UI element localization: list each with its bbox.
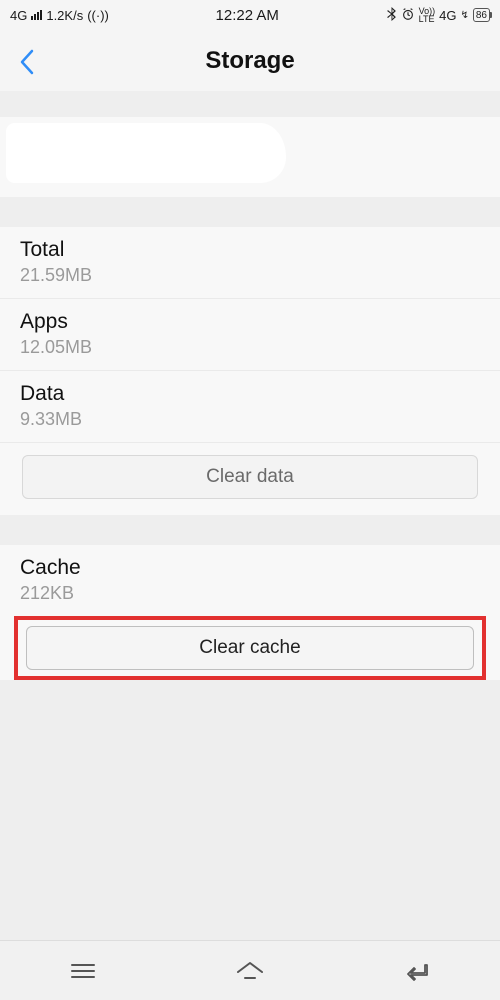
battery-pct: 86 [476, 10, 487, 21]
clear-cache-highlight: Clear cache [14, 616, 486, 680]
redacted-area [6, 123, 286, 183]
battery-icon: 86 [473, 8, 490, 22]
signal-strength-icon [31, 10, 42, 20]
storage-total-row: Total 21.59MB [0, 227, 500, 299]
storage-section: Total 21.59MB Apps 12.05MB Data 9.33MB C… [0, 227, 500, 515]
data-label: Data [20, 381, 480, 407]
clear-cache-button[interactable]: Clear cache [26, 626, 474, 670]
data-rate-label: 1.2K/s [46, 8, 83, 23]
back-button[interactable] [18, 48, 42, 72]
status-bar: 4G 1.2K/s ((·)) 12:22 AM Vo))LTE 4G ↯ 86 [0, 0, 500, 30]
apps-value: 12.05MB [20, 337, 480, 358]
section-gap [0, 197, 500, 227]
clear-data-button[interactable]: Clear data [22, 455, 478, 499]
volte-icon: Vo))LTE [419, 7, 436, 23]
secondary-network-label: 4G [439, 8, 456, 23]
clear-data-wrap: Clear data [0, 443, 500, 515]
home-button[interactable] [220, 951, 280, 991]
hotspot-icon: ((·)) [87, 8, 109, 23]
apps-label: Apps [20, 309, 480, 335]
alarm-icon [401, 7, 415, 24]
data-value: 9.33MB [20, 409, 480, 430]
clear-data-label: Clear data [206, 466, 294, 488]
cache-section: Cache 212KB Clear cache [0, 545, 500, 680]
recents-button[interactable] [53, 951, 113, 991]
clear-cache-label: Clear cache [199, 637, 300, 659]
app-info-placeholder [0, 117, 500, 197]
section-gap [0, 515, 500, 545]
statusbar-right: Vo))LTE 4G ↯ 86 [386, 7, 490, 24]
system-navbar [0, 940, 500, 1000]
bluetooth-icon [386, 7, 397, 24]
cache-row: Cache 212KB [0, 545, 500, 616]
total-label: Total [20, 237, 480, 263]
storage-data-row: Data 9.33MB [0, 371, 500, 443]
cache-value: 212KB [20, 583, 480, 604]
total-value: 21.59MB [20, 265, 480, 286]
statusbar-time: 12:22 AM [216, 7, 279, 24]
section-gap [0, 92, 500, 117]
page-title: Storage [0, 47, 500, 75]
empty-space [0, 694, 500, 934]
back-nav-button[interactable] [387, 951, 447, 991]
page-header: Storage [0, 30, 500, 92]
storage-apps-row: Apps 12.05MB [0, 299, 500, 371]
cache-label: Cache [20, 555, 480, 581]
network-type-label: 4G [10, 8, 27, 23]
statusbar-left: 4G 1.2K/s ((·)) [10, 8, 109, 23]
charging-icon: ↯ [460, 10, 468, 21]
